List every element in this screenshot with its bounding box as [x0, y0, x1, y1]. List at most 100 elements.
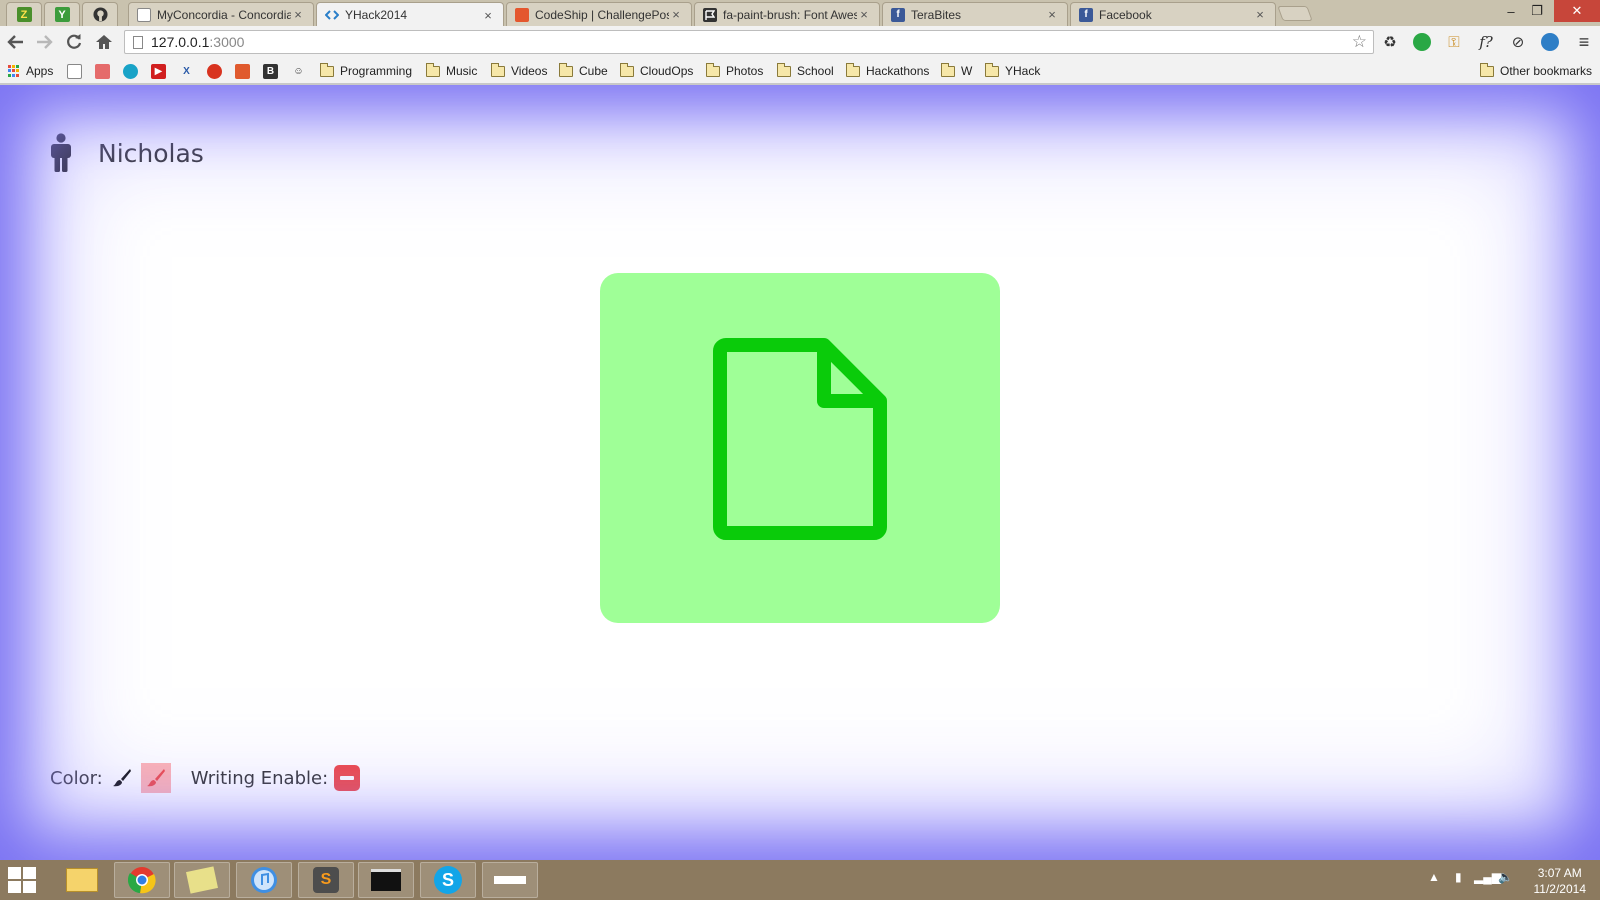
- b-bookmark-icon[interactable]: B: [263, 64, 278, 79]
- document-card[interactable]: [600, 273, 1000, 623]
- bookmark-folder-cube[interactable]: Cube: [559, 62, 608, 80]
- forward-button[interactable]: [32, 30, 56, 54]
- tab-codeship[interactable]: CodeShip | ChallengePost ×: [506, 2, 692, 26]
- url-port: :3000: [209, 34, 245, 50]
- tab-title: CodeShip | ChallengePost: [535, 7, 669, 22]
- new-tab-button[interactable]: [1277, 6, 1313, 21]
- bookmark-icon[interactable]: [123, 64, 138, 79]
- bookmark-icon[interactable]: [235, 64, 250, 79]
- tab-title: MyConcordia - Concordia: [157, 7, 291, 22]
- flag-icon: [703, 7, 717, 22]
- tab-yhack2014[interactable]: YHack2014 ×: [316, 2, 504, 27]
- home-button[interactable]: [92, 30, 116, 54]
- folder-icon: [846, 62, 860, 77]
- address-bar[interactable]: 127.0.0.1:3000 ☆: [124, 30, 1374, 54]
- ycombinator-icon: Y: [54, 7, 70, 22]
- battery-icon[interactable]: ▮: [1455, 870, 1462, 884]
- octocat-icon[interactable]: ☺: [291, 64, 306, 79]
- tab-title: fa-paint-brush: Font Awesome: [723, 7, 857, 22]
- bookmark-folder-hackathons[interactable]: Hackathons: [846, 62, 929, 80]
- paint-brush-icon: [146, 769, 165, 787]
- command-prompt-task[interactable]: [358, 862, 414, 898]
- bookmark-folder-yhack[interactable]: YHack: [985, 62, 1040, 80]
- blue-extension-icon[interactable]: [1540, 32, 1560, 52]
- bookmark-folder-school[interactable]: School: [777, 62, 834, 80]
- folder-icon: [426, 62, 440, 77]
- key-extension-icon[interactable]: ⚿: [1444, 32, 1464, 52]
- pinned-tab-github[interactable]: [82, 2, 118, 26]
- recycle-extension-icon[interactable]: ♻: [1380, 32, 1400, 52]
- skype-task[interactable]: S: [420, 862, 476, 898]
- tab-facebook[interactable]: f Facebook ×: [1070, 2, 1276, 26]
- x-bookmark-icon[interactable]: X: [179, 64, 194, 79]
- reload-button[interactable]: [62, 30, 86, 54]
- bookmark-folder-music[interactable]: Music: [426, 62, 477, 80]
- folder-icon: [1480, 62, 1494, 77]
- tab-fa-paint-brush[interactable]: fa-paint-brush: Font Awesome ×: [694, 2, 880, 26]
- file-explorer-task[interactable]: [54, 862, 110, 898]
- pink-paint-brush-button[interactable]: [140, 763, 171, 793]
- other-bookmarks[interactable]: Other bookmarks: [1480, 62, 1592, 80]
- tab-close-icon[interactable]: ×: [1253, 7, 1267, 22]
- reload-icon: [67, 34, 82, 49]
- menu-icon[interactable]: ≡: [1574, 32, 1594, 52]
- tab-close-icon[interactable]: ×: [1045, 7, 1059, 22]
- console-task[interactable]: [482, 862, 538, 898]
- terminal-icon: [371, 869, 401, 891]
- itunes-task[interactable]: [236, 862, 292, 898]
- apps-bookmark[interactable]: Apps: [8, 62, 53, 80]
- facebook-icon: f: [891, 7, 905, 22]
- paint-brush-icon: [112, 769, 131, 787]
- tab-close-icon[interactable]: ×: [481, 8, 495, 23]
- itunes-icon: [251, 867, 277, 893]
- tab-myconcordia[interactable]: MyConcordia - Concordia ×: [128, 2, 314, 26]
- tab-terabites[interactable]: f TeraBites ×: [882, 2, 1068, 26]
- volume-icon[interactable]: 🔈: [1498, 870, 1513, 884]
- forward-arrow-icon: [37, 35, 53, 49]
- bookmarks-bar: Apps ▶ X B ☺ Programming Music Videos Cu…: [0, 58, 1600, 84]
- sticky-notes-task[interactable]: [174, 862, 230, 898]
- tab-close-icon[interactable]: ×: [291, 7, 305, 22]
- network-icon[interactable]: ▂▄▆: [1474, 870, 1501, 884]
- black-paint-brush-button[interactable]: [111, 767, 133, 789]
- tab-close-icon[interactable]: ×: [669, 7, 683, 22]
- restore-button[interactable]: ❐: [1524, 0, 1550, 22]
- no-sync-extension-icon[interactable]: ⊘: [1508, 32, 1528, 52]
- windows-start-button[interactable]: [8, 867, 38, 893]
- tomato-icon[interactable]: [207, 64, 222, 79]
- folder-icon: [320, 62, 334, 77]
- tab-close-icon[interactable]: ×: [857, 7, 871, 22]
- code-icon: [325, 8, 339, 22]
- pinned-tab-zotero[interactable]: Z: [6, 2, 42, 26]
- tab-strip: Z Y MyConcordia - Concordia × YHack2014 …: [0, 0, 1600, 27]
- bookmark-folder-cloudops[interactable]: CloudOps: [620, 62, 693, 80]
- back-button[interactable]: [4, 30, 28, 54]
- writing-toggle-button[interactable]: [334, 765, 361, 791]
- sublime-text-icon: S: [313, 867, 339, 893]
- folder-icon: [777, 62, 791, 77]
- green-extension-icon[interactable]: [1412, 32, 1432, 52]
- tab-title: Facebook: [1099, 7, 1152, 22]
- folder-icon: [706, 62, 720, 77]
- pinned-tab-ycombinator[interactable]: Y: [44, 2, 80, 26]
- sublime-text-task[interactable]: S: [298, 862, 354, 898]
- clock-time: 3:07 AM: [1537, 866, 1582, 880]
- minimize-button[interactable]: –: [1498, 0, 1524, 22]
- bookmark-folder-videos[interactable]: Videos: [491, 62, 547, 80]
- chrome-task[interactable]: [114, 862, 170, 898]
- page-icon: [133, 35, 143, 49]
- gmail-icon[interactable]: [67, 64, 82, 79]
- youtube-icon[interactable]: ▶: [151, 64, 166, 79]
- browser-toolbar: 127.0.0.1:3000 ☆ ♻ ⚿ f? ⊘ ≡: [0, 26, 1600, 58]
- bookmark-folder-photos[interactable]: Photos: [706, 62, 763, 80]
- bookmark-folder-programming[interactable]: Programming: [320, 62, 412, 80]
- close-window-button[interactable]: ✕: [1554, 0, 1600, 22]
- apps-label: Apps: [26, 64, 54, 78]
- bookmark-folder-w[interactable]: W: [941, 62, 972, 80]
- show-hidden-icons-button[interactable]: ▲: [1428, 870, 1440, 884]
- system-clock[interactable]: 3:07 AM 11/2/2014: [1534, 865, 1587, 897]
- bookmark-star-icon[interactable]: ☆: [1352, 32, 1367, 52]
- bookmark-icon[interactable]: [95, 64, 110, 79]
- drawing-controls: Color: Writing Enable:: [50, 761, 361, 795]
- formula-extension-icon[interactable]: f?: [1476, 32, 1496, 52]
